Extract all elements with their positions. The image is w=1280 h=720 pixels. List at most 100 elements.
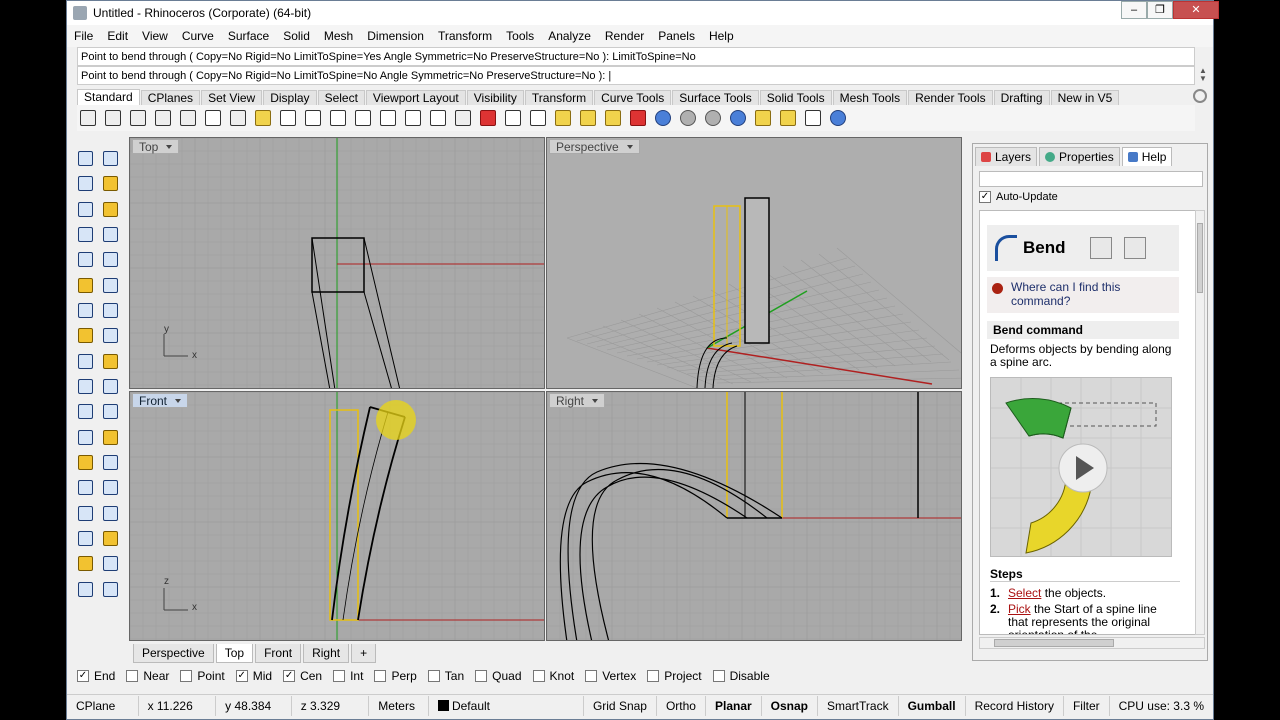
pan-icon[interactable] [302, 107, 324, 129]
cut-icon[interactable] [202, 107, 224, 129]
trim-icon[interactable] [100, 376, 120, 396]
render-icon[interactable] [75, 579, 95, 599]
toolbar-tab-drafting[interactable]: Drafting [993, 90, 1050, 105]
bend-animation-preview[interactable] [990, 377, 1172, 557]
gear-icon[interactable] [777, 107, 799, 129]
array-icon[interactable] [75, 477, 95, 497]
toolbar-tab-surface-tools[interactable]: Surface Tools [672, 90, 759, 105]
osnap-disable[interactable]: Disable [712, 669, 770, 683]
tab-layers[interactable]: Layers [975, 147, 1038, 166]
surface-icon[interactable] [100, 275, 120, 295]
menu-render[interactable]: Render [598, 29, 651, 43]
smarttrack-toggle[interactable]: SmartTrack [818, 695, 899, 716]
color-wheel-icon[interactable] [652, 107, 674, 129]
rotate-view-icon[interactable] [427, 107, 449, 129]
toolbar-options-gear-icon[interactable] [1193, 89, 1207, 103]
osnap-vertex[interactable]: Vertex [585, 669, 636, 683]
viewport-perspective[interactable]: Perspective [546, 137, 962, 389]
toolbar-tab-solid-tools[interactable]: Solid Tools [759, 90, 832, 105]
maximize-button[interactable]: ❐ [1147, 1, 1173, 19]
properties-icon[interactable] [527, 107, 549, 129]
toolbar-tab-new-in-v5[interactable]: New in V5 [1050, 90, 1120, 105]
mirror-icon[interactable] [100, 477, 120, 497]
light-icon[interactable] [577, 107, 599, 129]
select-points-icon[interactable] [802, 107, 824, 129]
rectangle-icon[interactable] [100, 224, 120, 244]
viewport-front[interactable]: z x Front [129, 391, 545, 641]
shaded-icon[interactable] [502, 107, 524, 129]
checkbox[interactable] [126, 670, 139, 682]
import-icon[interactable] [177, 107, 199, 129]
toolbar-tab-cplanes[interactable]: CPlanes [140, 90, 201, 105]
record-history-toggle[interactable]: Record History [966, 695, 1064, 716]
explode-icon[interactable] [100, 528, 120, 548]
toolbar-tab-transform[interactable]: Transform [524, 90, 594, 105]
toolbar-tab-mesh-tools[interactable]: Mesh Tools [832, 90, 908, 105]
sun-icon[interactable] [552, 107, 574, 129]
pick-link[interactable]: Pick [1008, 602, 1031, 616]
checkbox[interactable] [427, 670, 440, 682]
menu-solid[interactable]: Solid [276, 29, 317, 43]
osnap-project[interactable]: Project [647, 669, 702, 683]
check-icon[interactable] [100, 553, 120, 573]
checkbox[interactable] [712, 670, 725, 682]
command-icon[interactable] [1089, 237, 1112, 259]
checkbox[interactable]: ✓ [235, 670, 248, 682]
checkbox[interactable]: ✓ [77, 670, 89, 682]
osnap-point[interactable]: Point [180, 669, 225, 683]
lock-icon[interactable] [602, 107, 624, 129]
point-icon[interactable] [100, 148, 120, 168]
dots-icon[interactable] [75, 528, 95, 548]
viewport-tab-right[interactable]: Right [303, 643, 350, 663]
menu-view[interactable]: View [135, 29, 175, 43]
help-vertical-scrollbar[interactable] [1195, 210, 1205, 635]
zoom-icon[interactable] [352, 107, 374, 129]
move-icon[interactable] [75, 427, 95, 447]
auto-update-checkbox[interactable]: ✓ Auto-Update [979, 191, 1058, 203]
command-scroll-arrows[interactable]: ▲ ▼ [1197, 67, 1209, 83]
filter-toggle[interactable]: Filter [1064, 695, 1110, 716]
menu-help[interactable]: Help [702, 29, 741, 43]
panel-search-input[interactable] [979, 171, 1203, 187]
scroll-thumb[interactable] [1197, 223, 1203, 293]
checkbox[interactable] [585, 670, 598, 682]
osnap-cen[interactable]: ✓ Cen [283, 669, 322, 683]
pointer-icon[interactable] [752, 107, 774, 129]
viewport-right[interactable]: Right [546, 391, 962, 641]
checkbox[interactable] [475, 670, 488, 682]
save-icon[interactable] [127, 107, 149, 129]
viewport-label-right[interactable]: Right [549, 393, 606, 408]
toolbar-tab-set-view[interactable]: Set View [201, 90, 263, 105]
tab-help[interactable]: Help [1121, 147, 1173, 166]
help-horizontal-scrollbar[interactable] [979, 637, 1205, 649]
toolbar-tab-visibility[interactable]: Visibility [466, 90, 524, 105]
checkbox[interactable]: ✓ [979, 191, 991, 203]
group-icon[interactable] [75, 401, 95, 421]
extrude-icon[interactable] [75, 275, 95, 295]
circle-icon[interactable] [75, 199, 95, 219]
select-pointer-icon[interactable] [75, 148, 95, 168]
menu-transform[interactable]: Transform [431, 29, 499, 43]
four-views-icon[interactable] [452, 107, 474, 129]
join-icon[interactable] [100, 401, 120, 421]
analyze-icon[interactable] [75, 553, 95, 573]
checkbox[interactable] [532, 670, 545, 682]
toolbar-tab-display[interactable]: Display [263, 90, 317, 105]
viewport-label-front[interactable]: Front [132, 393, 189, 408]
sphere-gray-icon[interactable] [702, 107, 724, 129]
split-icon[interactable] [75, 376, 95, 396]
osnap-toggle[interactable]: Osnap [762, 695, 819, 716]
menu-file[interactable]: File [67, 29, 100, 43]
menu-surface[interactable]: Surface [221, 29, 276, 43]
cube-icon[interactable] [75, 503, 95, 523]
grid-icon[interactable] [100, 503, 120, 523]
help-icon[interactable] [827, 107, 849, 129]
toolbar-tab-render-tools[interactable]: Render Tools [908, 90, 993, 105]
car-render-icon[interactable] [477, 107, 499, 129]
osnap-quad[interactable]: Quad [475, 669, 522, 683]
viewport-tab-top[interactable]: Top [215, 643, 254, 663]
dimension-icon[interactable] [100, 452, 120, 472]
fillet-icon[interactable] [100, 249, 120, 269]
open-file-icon[interactable] [102, 107, 124, 129]
toolbar-tab-curve-tools[interactable]: Curve Tools [594, 90, 672, 105]
